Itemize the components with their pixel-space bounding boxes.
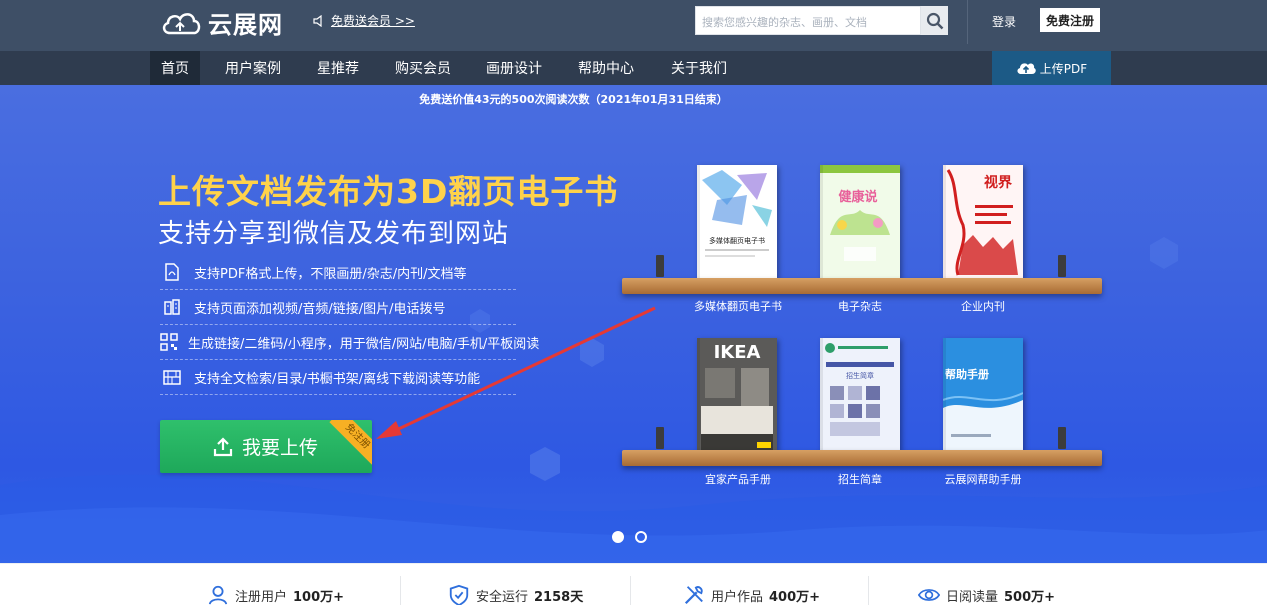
book-title[interactable]: 云展网帮助手册: [938, 471, 1028, 487]
book-cover-internal-journal[interactable]: 视界: [943, 165, 1023, 278]
shelf-top: [622, 278, 1102, 294]
stat-value: 2158天: [534, 589, 584, 605]
stat-registered-users: 注册用户 100万+: [207, 584, 344, 605]
book-title[interactable]: 宜家产品手册: [693, 471, 783, 487]
shelf-bracket: [1058, 427, 1066, 449]
carousel-dot-1[interactable]: [612, 531, 624, 543]
book-title[interactable]: 企业内刊: [938, 298, 1028, 314]
book-cover-art: 帮助手册: [943, 338, 1023, 451]
stat-daily-reads: 日阅读量 500万+: [918, 584, 1055, 605]
search-icon: [926, 12, 943, 29]
bookshelf-icon: [160, 365, 184, 389]
tools-icon: [683, 584, 705, 605]
promo-text: 免费送会员 >>: [331, 14, 415, 28]
logo-text: 云展网: [208, 10, 283, 39]
stat-divider: [400, 576, 401, 605]
stats-bar: 注册用户 100万+ 安全运行 2158天 用户作品 400万+ 日阅读量 50…: [0, 563, 1267, 605]
upload-icon: [213, 436, 233, 456]
no-registration-badge: 免注册: [329, 420, 372, 465]
eye-icon: [918, 584, 940, 605]
hero-subheadline: 支持分享到微信及发布到网站: [158, 219, 510, 249]
hero-headline: 上传文档发布为3D翻页电子书: [158, 172, 619, 211]
book-title[interactable]: 多媒体翻页电子书: [693, 298, 783, 314]
book-cover-help-manual[interactable]: 帮助手册: [943, 338, 1023, 451]
book-title[interactable]: 电子杂志: [815, 298, 905, 314]
hero-promo-line: 免费送价值43元的500次阅读次数（2021年01月31日结束）: [419, 93, 728, 106]
book-cover-admissions[interactable]: 招生简章: [820, 338, 900, 451]
book-cover-art: 健康说: [820, 165, 900, 278]
cloud-upload-icon: [1017, 63, 1036, 74]
shelf-bracket: [1058, 255, 1066, 277]
stat-user-works: 用户作品 400万+: [683, 584, 820, 605]
stat-value: 500万+: [1004, 589, 1056, 605]
feature-text: 支持PDF格式上传，不限画册/杂志/内刊/文档等: [194, 266, 467, 282]
stat-divider: [630, 576, 631, 605]
book-spine: [697, 338, 700, 451]
book-cover-text: 视界: [984, 174, 1013, 191]
carousel-dot-2[interactable]: [635, 531, 647, 543]
qrcode-icon: [160, 330, 178, 354]
stat-value: 400万+: [769, 589, 821, 605]
nav-item-album-design[interactable]: 画册设计: [479, 51, 549, 85]
book-cover-multimedia[interactable]: 多媒体翻页电子书: [697, 165, 777, 278]
nav-item-about-us[interactable]: 关于我们: [664, 51, 734, 85]
main-nav: 首页 用户案例 星推荐 购买会员 画册设计 帮助中心 关于我们 上传PDF: [0, 51, 1267, 85]
upload-pdf-label: 上传PDF: [1039, 61, 1088, 76]
user-icon: [207, 584, 229, 605]
book-spine: [820, 338, 823, 451]
nav-item-recommend[interactable]: 星推荐: [308, 51, 368, 85]
upload-main-label: 我要上传: [242, 437, 319, 459]
upload-pdf-button[interactable]: 上传PDF: [992, 51, 1111, 85]
speaker-icon: [313, 14, 322, 27]
nav-item-user-cases[interactable]: 用户案例: [218, 51, 288, 85]
search-input[interactable]: 搜索您感兴趣的杂志、画册、文档: [695, 6, 921, 35]
book-cover-art: 视界: [943, 165, 1023, 278]
book-title[interactable]: 招生简章: [815, 471, 905, 487]
nav-item-buy-membership[interactable]: 购买会员: [388, 51, 458, 85]
pdf-file-icon: [160, 260, 184, 284]
shelf-bottom: [622, 450, 1102, 466]
stat-label: 注册用户: [235, 589, 288, 605]
search-button[interactable]: [921, 6, 948, 35]
header-divider: [967, 0, 968, 44]
cloud-logo-icon: [162, 13, 201, 35]
book-cover-text: IKEA: [714, 342, 761, 363]
book-cover-art: 多媒体翻页电子书: [697, 165, 777, 278]
shield-check-icon: [448, 584, 470, 605]
stat-value: 100万+: [293, 589, 345, 605]
upload-main-button[interactable]: 我要上传 免注册: [160, 420, 372, 473]
media-grid-icon: [160, 295, 184, 319]
nav-item-help-center[interactable]: 帮助中心: [571, 51, 641, 85]
book-cover-text: 帮助手册: [945, 367, 989, 381]
site-logo[interactable]: 云展网: [160, 7, 283, 39]
stat-safe-operation: 安全运行 2158天: [448, 584, 583, 605]
book-spine: [697, 165, 700, 278]
book-cover-art: IKEA: [697, 338, 777, 451]
shelf-bracket: [656, 255, 664, 277]
register-button[interactable]: 免费注册: [1040, 8, 1100, 32]
book-cover-text: 招生简章: [846, 371, 874, 380]
stat-label: 安全运行: [476, 589, 529, 605]
book-cover-magazine[interactable]: 健康说: [820, 165, 900, 278]
stat-label: 用户作品: [711, 589, 764, 605]
top-header: 云展网 免费送会员 >> 搜索您感兴趣的杂志、画册、文档 登录 免费注册: [0, 0, 1267, 51]
book-spine: [820, 165, 823, 278]
nav-item-home[interactable]: 首页: [150, 51, 200, 85]
pointer-arrow-icon: [376, 306, 656, 439]
book-cover-ikea[interactable]: IKEA: [697, 338, 777, 451]
book-cover-text: 健康说: [838, 189, 877, 205]
stat-label: 日阅读量: [946, 589, 999, 605]
hero-banner: 免费送价值43元的500次阅读次数（2021年01月31日结束） 上传文档发布为…: [0, 85, 1267, 563]
book-cover-text: 多媒体翻页电子书: [709, 236, 765, 245]
feature-item: 支持PDF格式上传，不限画册/杂志/内刊/文档等: [160, 255, 516, 290]
book-spine: [943, 338, 946, 451]
stat-divider: [868, 576, 869, 605]
book-cover-art: 招生简章: [820, 338, 900, 451]
promo-link[interactable]: 免费送会员 >>: [313, 12, 415, 29]
book-spine: [943, 165, 946, 278]
login-link[interactable]: 登录: [992, 13, 1016, 30]
